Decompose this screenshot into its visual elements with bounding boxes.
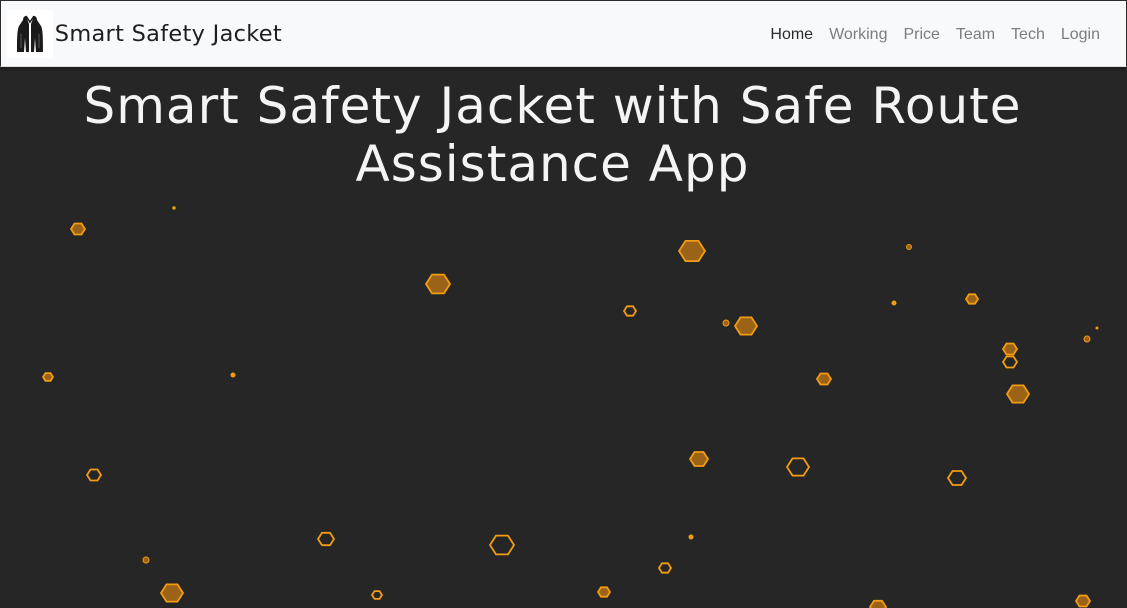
nav-link-working[interactable]: Working	[821, 23, 895, 47]
hexagon-icon	[316, 531, 336, 547]
hexagon-icon	[596, 586, 612, 598]
nav-link-price[interactable]: Price	[895, 23, 947, 47]
hexagon-icon	[1005, 384, 1031, 404]
nav-link-team[interactable]: Team	[948, 23, 1003, 47]
particle-dot	[172, 206, 176, 210]
hexagon-icon	[785, 457, 811, 477]
hexagon-icon	[677, 239, 707, 263]
particle-dot	[1095, 326, 1099, 330]
particle-dot	[688, 534, 694, 540]
particle-dot	[1083, 335, 1091, 343]
particle-dot	[906, 244, 912, 250]
particle-dot	[230, 372, 236, 378]
hexagon-icon	[1001, 355, 1019, 369]
navbar: Smart Safety Jacket Home Working Price T…	[0, 0, 1127, 67]
nav-link-tech[interactable]: Tech	[1003, 23, 1053, 47]
hexagon-icon	[424, 273, 452, 295]
hexagon-icon	[488, 534, 516, 556]
nav-link-login[interactable]: Login	[1053, 23, 1108, 47]
particle-dot	[142, 556, 150, 564]
hexagon-icon	[41, 372, 55, 382]
nav-links: Home Working Price Team Tech Login	[762, 23, 1108, 47]
hexagon-icon	[1001, 342, 1019, 356]
jacket-icon	[7, 10, 53, 58]
hexagon-icon	[688, 451, 710, 467]
hexagon-icon	[868, 599, 888, 608]
brand-link[interactable]: Smart Safety Jacket	[7, 10, 283, 58]
hexagon-icon	[964, 293, 980, 305]
hexagon-icon	[159, 583, 185, 603]
particle-dot	[722, 319, 730, 327]
hexagon-icon	[622, 305, 638, 317]
hexagon-icon	[733, 316, 759, 336]
nav-link-home[interactable]: Home	[762, 23, 821, 47]
hexagon-icon	[85, 468, 103, 482]
hexagon-icon	[1074, 594, 1092, 608]
hexagon-icon	[370, 590, 384, 600]
hexagon-icon	[815, 372, 833, 386]
hexagon-icon	[946, 470, 968, 486]
particle-dot	[891, 300, 897, 306]
hexagon-icon	[657, 562, 673, 574]
brand-name: Smart Safety Jacket	[54, 21, 283, 47]
hero-section: Smart Safety Jacket with Safe Route Assi…	[0, 67, 1127, 608]
hexagon-icon	[69, 222, 87, 236]
hero-title: Smart Safety Jacket with Safe Route Assi…	[83, 77, 1022, 193]
